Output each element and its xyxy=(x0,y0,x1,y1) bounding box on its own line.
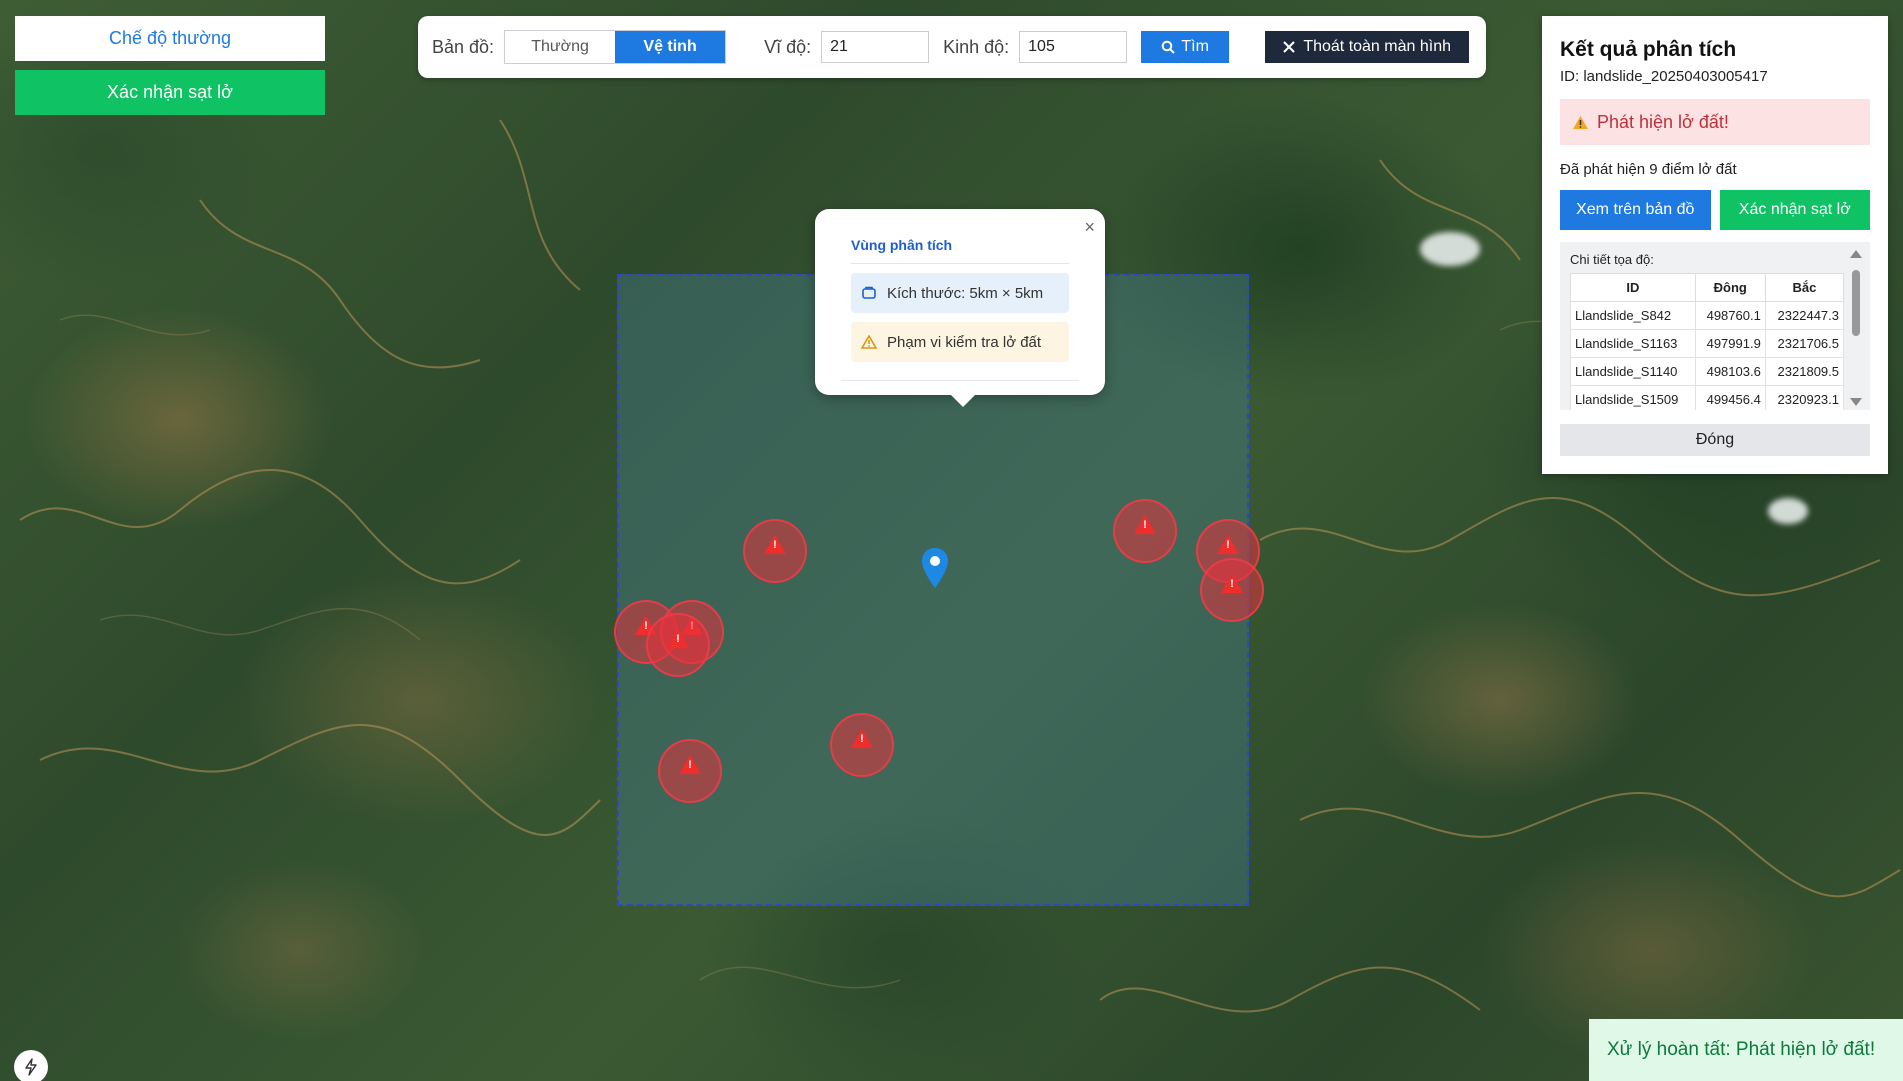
cell-east: 499456.4 xyxy=(1694,385,1766,410)
landslide-marker[interactable]: ! xyxy=(646,613,710,677)
table-scrollbar[interactable] xyxy=(1850,250,1862,406)
area-size-text: Kích thước: 5km × 5km xyxy=(887,284,1044,302)
map-toolbar: Bản đồ: Thường Vệ tinh Vĩ độ: Kinh độ: T… xyxy=(418,16,1486,78)
longitude-label: Kinh độ: xyxy=(943,36,1010,57)
location-pin-icon[interactable] xyxy=(920,546,950,590)
table-row: Llandslide_S842 498760.1 2322447.3 xyxy=(1570,301,1845,330)
panel-title: Kết quả phân tích xyxy=(1560,38,1737,61)
cell-east: 498760.1 xyxy=(1694,301,1766,330)
close-panel-button[interactable]: Đóng xyxy=(1560,424,1870,456)
cloud xyxy=(1768,498,1808,524)
cell-east: 497991.9 xyxy=(1694,329,1766,358)
cloud xyxy=(1420,232,1480,266)
cell-east: 498103.6 xyxy=(1694,357,1766,386)
landslide-marker[interactable]: ! xyxy=(743,519,807,583)
cell-id: Llandslide_S842 xyxy=(1570,301,1696,330)
search-icon xyxy=(1162,40,1176,54)
status-toast: Xử lý hoàn tất: Phát hiện lở đất! xyxy=(1589,1019,1903,1081)
column-header-east: Đông xyxy=(1694,273,1766,302)
map-type-toggle: Thường Vệ tinh xyxy=(504,30,727,64)
column-header-north: Bắc xyxy=(1764,273,1845,302)
found-count-text: Đã phát hiện 9 điểm lở đất xyxy=(1560,161,1737,178)
scroll-up-arrow-icon[interactable] xyxy=(1850,250,1862,258)
scope-row: Phạm vi kiểm tra lở đất xyxy=(851,322,1069,362)
confirm-landslide-mode-button[interactable]: Xác nhận sạt lở xyxy=(15,70,325,115)
table-row: Llandslide_S1140 498103.6 2321809.5 xyxy=(1570,357,1845,386)
landslide-marker[interactable]: ! xyxy=(1113,499,1177,563)
map-type-label: Bản đồ: xyxy=(432,36,495,57)
coordinate-details-label: Chi tiết tọa độ: xyxy=(1570,252,1654,267)
map-type-satellite-button[interactable]: Vệ tinh xyxy=(615,31,726,63)
analysis-result-panel: Kết quả phân tích ID: landslide_20250403… xyxy=(1542,16,1888,474)
landslide-marker[interactable]: ! xyxy=(1200,558,1264,622)
warning-icon xyxy=(861,335,877,349)
latitude-label: Vĩ độ: xyxy=(764,36,812,57)
cell-north: 2320923.1 xyxy=(1764,385,1845,410)
panel-actions: Xem trên bản đồ Xác nhận sạt lở xyxy=(1560,190,1870,230)
search-button-label: Tìm xyxy=(1181,38,1209,55)
search-button[interactable]: Tìm xyxy=(1141,31,1230,63)
coordinate-table: ID Đông Bắc Llandslide_S842 498760.1 232… xyxy=(1570,273,1845,410)
longitude-input[interactable] xyxy=(1019,31,1128,63)
landslide-marker[interactable]: ! xyxy=(830,713,894,777)
landslide-marker[interactable]: ! xyxy=(658,739,722,803)
landslide-alert: Phát hiện lở đất! xyxy=(1560,99,1870,145)
exit-fullscreen-button[interactable]: Thoát toàn màn hình xyxy=(1265,31,1470,63)
cell-id: Llandslide_S1163 xyxy=(1570,329,1696,358)
table-row: Llandslide_S1163 497991.9 2321706.5 xyxy=(1570,329,1845,358)
close-icon xyxy=(1283,41,1296,53)
latitude-input[interactable] xyxy=(821,31,930,63)
warning-icon xyxy=(1573,115,1588,129)
table-row: Llandslide_S1509 499456.4 2320923.1 xyxy=(1570,385,1845,410)
cell-north: 2321809.5 xyxy=(1764,357,1845,386)
cell-id: Llandslide_S1509 xyxy=(1570,385,1696,410)
popup-close-button[interactable]: × xyxy=(1084,217,1095,238)
cell-north: 2322447.3 xyxy=(1764,301,1845,330)
lightning-icon[interactable] xyxy=(14,1050,48,1081)
area-size-row: Kích thước: 5km × 5km xyxy=(851,273,1069,313)
column-header-id: ID xyxy=(1570,273,1696,302)
lightning-glyph xyxy=(25,1058,37,1076)
view-on-map-button[interactable]: Xem trên bản đồ xyxy=(1560,190,1711,230)
exit-fullscreen-label: Thoát toàn màn hình xyxy=(1303,38,1451,55)
popup-divider xyxy=(841,380,1079,381)
result-id: ID: landslide_20250403005417 xyxy=(1560,68,1768,85)
coordinate-details[interactable]: Chi tiết tọa độ: ID Đông Bắc Llandslide_… xyxy=(1560,242,1870,410)
scroll-thumb[interactable] xyxy=(1852,270,1860,336)
analysis-area-popup: × Vùng phân tích Kích thước: 5km × 5km P… xyxy=(815,209,1105,407)
toast-text: Xử lý hoàn tất: Phát hiện lở đất! xyxy=(1607,1039,1876,1060)
alert-text: Phát hiện lở đất! xyxy=(1597,111,1729,132)
normal-mode-button[interactable]: Chế độ thường xyxy=(15,16,325,61)
cell-north: 2321706.5 xyxy=(1764,329,1845,358)
scroll-down-arrow-icon[interactable] xyxy=(1850,398,1862,406)
popup-title: Vùng phân tích xyxy=(851,237,1069,264)
scope-text: Phạm vi kiểm tra lở đất xyxy=(887,333,1042,351)
map-type-normal-button[interactable]: Thường xyxy=(505,31,616,63)
ruler-icon xyxy=(862,286,876,299)
cell-id: Llandslide_S1140 xyxy=(1570,357,1696,386)
confirm-landslide-button[interactable]: Xác nhận sạt lở xyxy=(1719,190,1870,230)
